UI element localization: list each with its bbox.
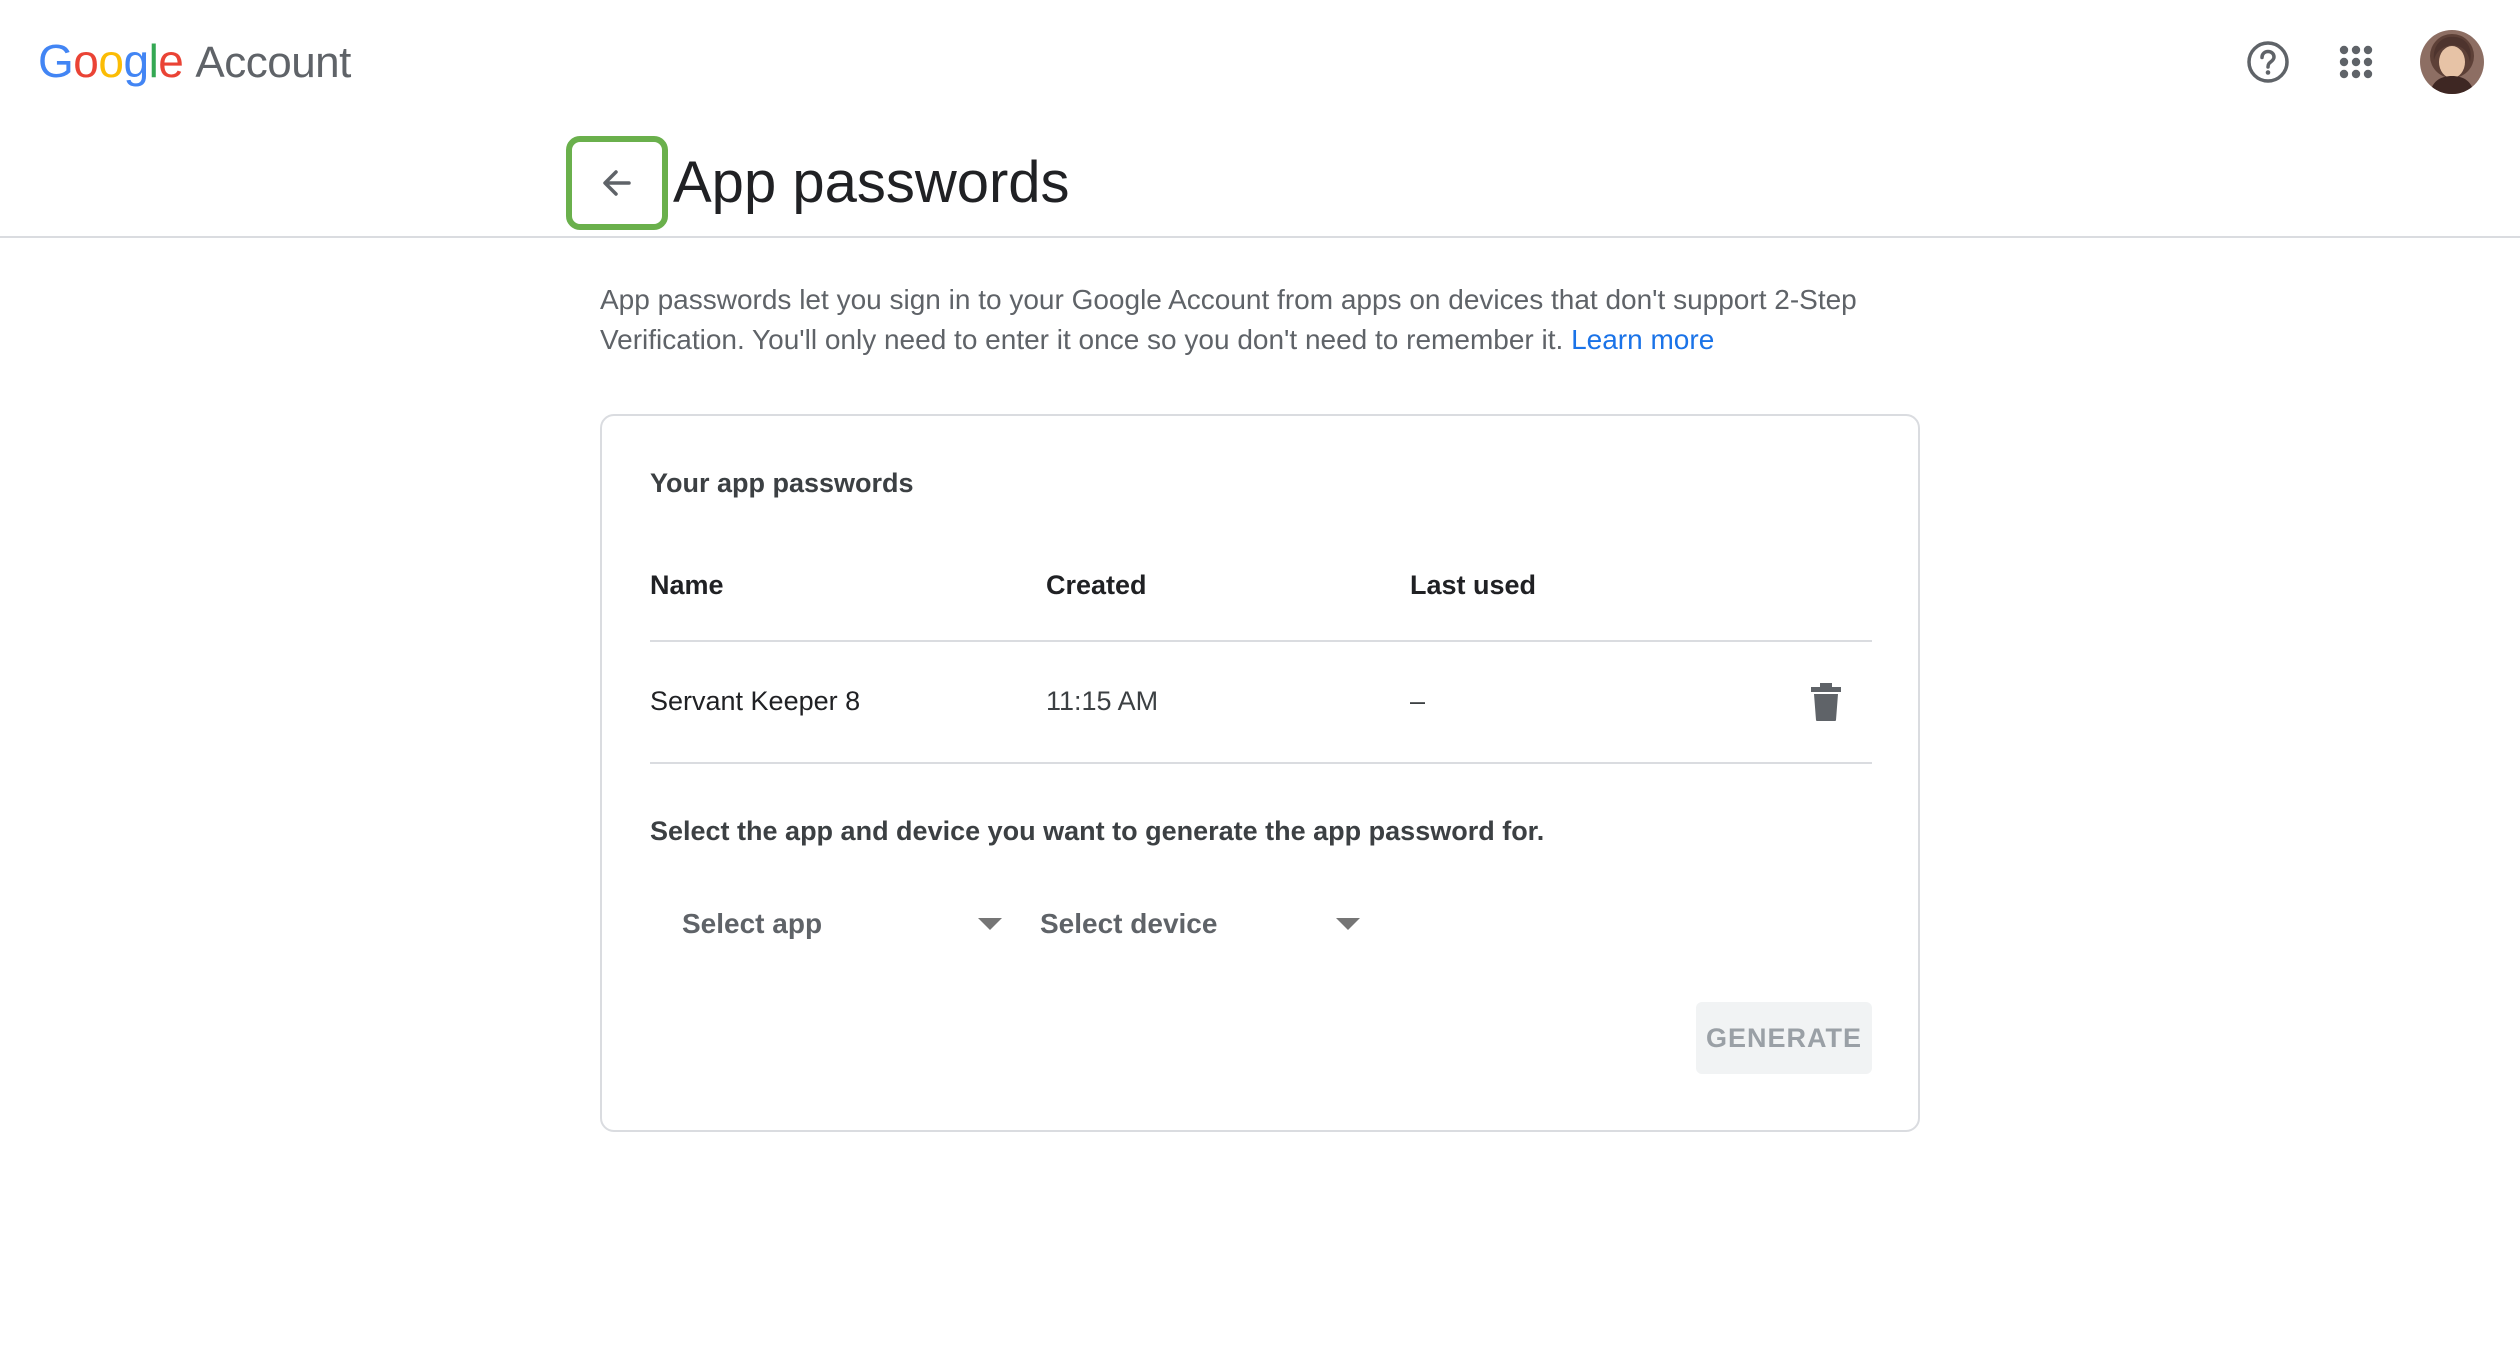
column-header-last-used: Last used xyxy=(1410,570,1537,600)
apps-grid-icon xyxy=(2339,45,2373,79)
title-row: App passwords xyxy=(0,124,2520,238)
column-header-created: Created xyxy=(1046,570,1147,600)
trash-icon xyxy=(1811,683,1841,721)
top-bar: Google Account xyxy=(0,0,2520,124)
google-apps-button[interactable] xyxy=(2332,38,2380,86)
generate-button[interactable]: GENERATE xyxy=(1696,1002,1872,1074)
chevron-down-icon xyxy=(978,918,1002,930)
select-app-dropdown[interactable]: Select app xyxy=(682,884,1002,964)
table-header: Name Created Last used xyxy=(650,560,1872,642)
table-row: Servant Keeper 8 11:15 AM – xyxy=(650,642,1872,764)
arrow-left-icon xyxy=(603,170,631,196)
logo-letter: G xyxy=(38,35,74,87)
select-device-label: Select device xyxy=(1040,908,1218,939)
user-avatar-icon xyxy=(2420,30,2484,94)
back-button[interactable] xyxy=(566,136,668,230)
help-button[interactable] xyxy=(2244,38,2292,86)
learn-more-link[interactable]: Learn more xyxy=(1571,324,1714,355)
column-header-name: Name xyxy=(650,570,724,600)
card-title: Your app passwords xyxy=(650,468,914,498)
page-title: App passwords xyxy=(673,150,1070,215)
logo-letter: g xyxy=(123,35,149,87)
account-avatar[interactable] xyxy=(2420,30,2484,94)
delete-password-button[interactable] xyxy=(1804,680,1848,724)
logo-letter: o xyxy=(73,35,99,87)
help-circle-icon xyxy=(2247,41,2289,83)
logo-letter: l xyxy=(148,35,159,87)
app-passwords-card: Your app passwords Name Created Last use… xyxy=(600,414,1920,1132)
logo-letter: o xyxy=(98,35,124,87)
page-description: App passwords let you sign in to your Go… xyxy=(600,280,1940,360)
product-name: Account xyxy=(195,38,351,87)
app-passwords-table: Name Created Last used Servant Keeper 8 … xyxy=(650,560,1872,764)
password-created: 11:15 AM xyxy=(1046,686,1159,716)
logo-letter: e xyxy=(158,35,184,87)
password-name: Servant Keeper 8 xyxy=(650,686,861,716)
generate-instruction: Select the app and device you want to ge… xyxy=(650,816,1545,846)
chevron-down-icon xyxy=(1336,918,1360,930)
select-device-dropdown[interactable]: Select device xyxy=(1040,884,1360,964)
password-last-used: – xyxy=(1410,686,1426,716)
google-account-logo[interactable]: Google Account xyxy=(38,34,351,94)
select-app-label: Select app xyxy=(682,908,823,939)
